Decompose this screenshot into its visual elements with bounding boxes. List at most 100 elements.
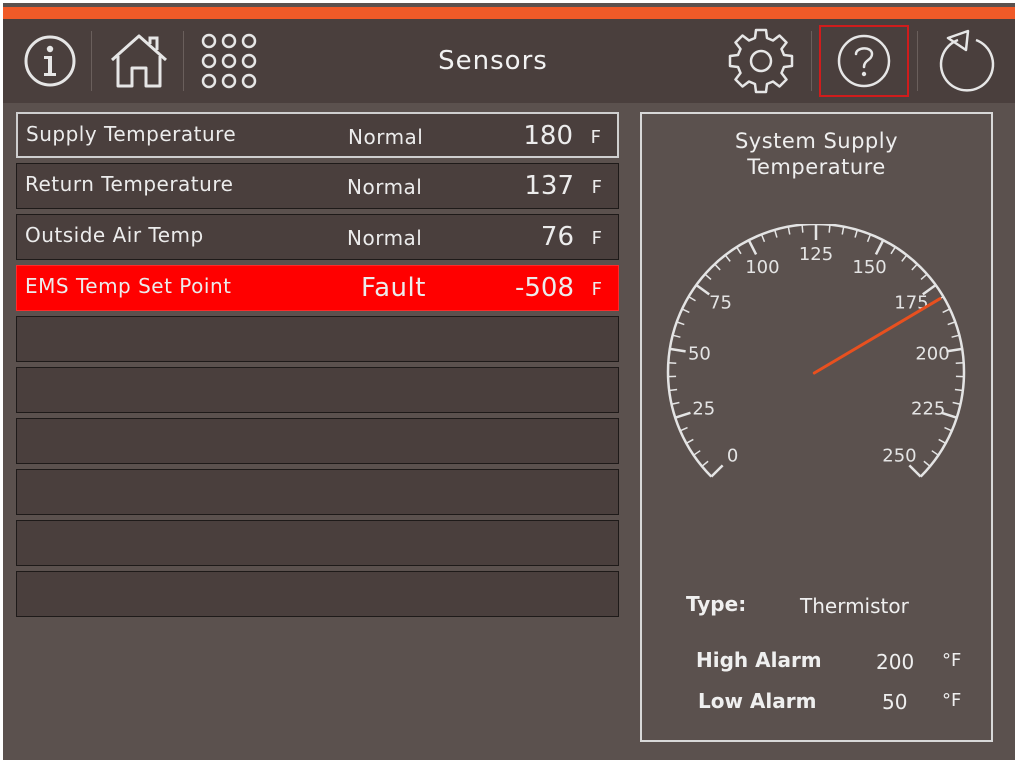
sensors-screen: Sensors Supply Temperature Normal 180 F … xyxy=(3,3,1015,760)
gauge-minor-tick xyxy=(704,273,712,280)
gauge-minor-tick xyxy=(944,426,953,432)
gauge-minor-tick xyxy=(854,229,859,238)
sensor-row-ems-temp-set-point[interactable]: EMS Temp Set Point Fault -508 F xyxy=(16,265,619,311)
empty-sensor-row[interactable] xyxy=(16,571,619,617)
help-button[interactable] xyxy=(821,19,907,103)
empty-sensor-row[interactable] xyxy=(16,367,619,413)
sensor-unit: F xyxy=(590,127,601,148)
gauge-minor-tick xyxy=(828,224,831,233)
accent-bar xyxy=(3,7,1015,19)
detail-title-line: Temperature xyxy=(747,155,886,179)
sensor-row-supply-temperature[interactable]: Supply Temperature Normal 180 F xyxy=(16,112,619,158)
back-icon xyxy=(939,29,995,92)
sensor-row-outside-air-temp[interactable]: Outside Air Temp Normal 76 F xyxy=(16,214,619,260)
temperature-gauge: 0 25 50 75 100 125 150 175 200 225 250 xyxy=(666,224,966,478)
back-button[interactable] xyxy=(927,19,1007,103)
high-alarm-unit: °F xyxy=(942,650,962,671)
detail-title: System Supply Temperature xyxy=(642,128,991,180)
toolbar-divider xyxy=(91,31,92,91)
gauge-minor-tick xyxy=(931,450,939,456)
gauge-tick-label: 175 xyxy=(894,293,928,314)
sensor-status: Normal xyxy=(348,125,424,149)
empty-sensor-row[interactable] xyxy=(16,316,619,362)
low-alarm-value: 50 xyxy=(882,690,908,714)
gauge-minor-tick xyxy=(724,254,731,262)
sensor-name: Outside Air Temp xyxy=(25,223,204,247)
help-icon xyxy=(837,34,891,88)
gauge-major-tick xyxy=(669,347,686,353)
gauge-minor-tick xyxy=(942,308,951,314)
gauge-major-tick xyxy=(710,464,724,478)
gauge-tick-label: 250 xyxy=(882,445,916,466)
detail-title-line: System Supply xyxy=(734,129,899,153)
sensor-value: -508 xyxy=(514,273,574,303)
toolbar-divider xyxy=(183,31,184,91)
gauge-tick-label: 75 xyxy=(709,293,732,314)
sensor-unit: F xyxy=(591,177,602,198)
gauge-tick-label: 25 xyxy=(692,398,715,419)
type-value: Thermistor xyxy=(800,594,909,618)
sensor-status: Fault xyxy=(361,273,426,303)
gauge-minor-tick xyxy=(938,438,947,444)
gauge-minor-tick xyxy=(685,438,694,444)
home-button[interactable] xyxy=(101,19,177,103)
high-alarm-value: 200 xyxy=(876,650,915,674)
gauge-minor-tick xyxy=(736,246,742,255)
apps-grid-icon xyxy=(201,33,257,89)
low-alarm-unit: °F xyxy=(942,690,962,711)
sensor-value: 180 xyxy=(523,121,573,151)
gauge-minor-tick xyxy=(841,226,845,235)
sensor-value: 137 xyxy=(524,171,574,201)
gauge-minor-tick xyxy=(693,450,701,456)
gear-icon xyxy=(728,28,794,94)
gauge-major-tick xyxy=(695,283,710,296)
low-alarm-label: Low Alarm xyxy=(698,689,817,713)
sensor-status: Normal xyxy=(347,175,423,199)
gauge-minor-tick xyxy=(952,401,961,406)
gauge-minor-tick xyxy=(787,226,791,235)
gauge-minor-tick xyxy=(866,234,872,243)
gauge-tick-label: 0 xyxy=(727,445,738,466)
info-icon xyxy=(24,35,76,87)
gauge-minor-tick xyxy=(947,321,956,326)
sensor-detail-panel: System Supply Temperature 0 25 50 75 100 125 1… xyxy=(640,112,993,742)
empty-sensor-row[interactable] xyxy=(16,469,619,515)
gauge-major-tick xyxy=(747,239,758,255)
empty-sensor-row[interactable] xyxy=(16,418,619,464)
high-alarm-label: High Alarm xyxy=(696,648,822,672)
gauge-tick-label: 100 xyxy=(745,257,779,278)
settings-button[interactable] xyxy=(721,19,801,103)
gauge-minor-tick xyxy=(672,334,681,338)
empty-sensor-row[interactable] xyxy=(16,520,619,566)
toolbar-divider xyxy=(917,31,918,91)
gauge-minor-tick xyxy=(773,229,778,238)
gauge-minor-tick xyxy=(714,263,721,271)
apps-button[interactable] xyxy=(193,19,265,103)
sensor-name: Supply Temperature xyxy=(26,122,237,146)
gauge-tick-label: 225 xyxy=(911,398,945,419)
top-toolbar: Sensors xyxy=(3,19,1015,103)
gauge-minor-tick xyxy=(954,388,963,392)
gauge-tick-label: 125 xyxy=(799,244,833,265)
sensor-row-return-temperature[interactable]: Return Temperature Normal 137 F xyxy=(16,163,619,209)
gauge-major-tick xyxy=(874,239,885,255)
home-icon xyxy=(111,34,167,88)
gauge-minor-tick xyxy=(890,246,896,255)
gauge-minor-tick xyxy=(955,361,964,364)
gauge-minor-tick xyxy=(911,263,918,271)
gauge-minor-tick xyxy=(801,224,804,233)
sensor-value: 76 xyxy=(540,222,574,252)
sensor-name: EMS Temp Set Point xyxy=(25,274,232,298)
gauge-minor-tick xyxy=(688,296,696,302)
gauge-minor-tick xyxy=(679,426,688,432)
sensor-unit: F xyxy=(591,279,602,300)
gauge-major-tick xyxy=(674,411,691,419)
info-button[interactable] xyxy=(13,19,87,103)
gauge-tick-label: 50 xyxy=(688,344,711,365)
gauge-major-tick xyxy=(908,464,922,478)
gauge-tick-label: 150 xyxy=(852,257,886,278)
gauge-minor-tick xyxy=(901,254,908,262)
sensor-status: Normal xyxy=(347,226,423,250)
type-label: Type: xyxy=(686,592,747,616)
gauge-minor-tick xyxy=(951,334,960,338)
